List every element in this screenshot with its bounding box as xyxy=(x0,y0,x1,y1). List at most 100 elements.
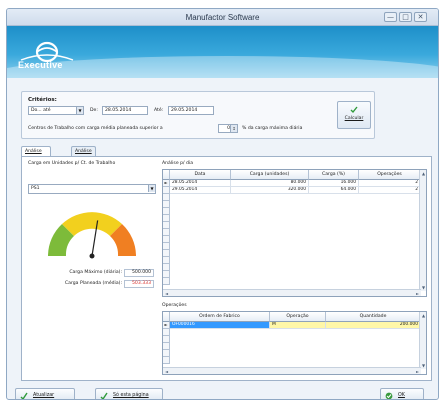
empty-row xyxy=(163,264,170,271)
table-cell-quantity[interactable]: 200.000 xyxy=(326,322,421,329)
update-label: Atualizar xyxy=(33,393,55,398)
gauge-zone-yellow xyxy=(62,212,122,236)
planned-load-value: 503.333 xyxy=(124,280,154,288)
col-operation[interactable]: Operação xyxy=(270,312,326,322)
to-label: Até: xyxy=(154,108,164,113)
tab-panel: Carga em Unidades p/ Ct. de Trabalho PS1… xyxy=(21,156,432,381)
ok-icon xyxy=(385,392,393,399)
max-load-label: Carga Máximo (diária): xyxy=(69,270,122,275)
threshold-label: Centros de Trabalho com carga média plan… xyxy=(28,126,163,131)
max-load-value: 500.000 xyxy=(124,269,154,277)
empty-row xyxy=(163,201,170,208)
print-icon xyxy=(100,392,108,399)
work-center-value: PS1 xyxy=(31,186,40,191)
calculate-button[interactable]: Calcular xyxy=(337,101,371,129)
empty-row xyxy=(163,329,170,336)
col-order[interactable]: Ordem de Fabrico xyxy=(170,312,270,322)
horizontal-scrollbar[interactable]: ◄ ► xyxy=(163,289,421,296)
table-cell-load[interactable]: 80.000 xyxy=(231,180,309,187)
work-center-dropdown[interactable]: PS1 ▼ xyxy=(28,184,156,194)
vertical-scrollbar[interactable]: ▲ ▼ xyxy=(419,170,426,291)
table-cell-pct[interactable]: 64.000 xyxy=(309,187,359,194)
operations-title: Operações xyxy=(162,303,187,308)
period-dropdown[interactable]: Do... até ▼ xyxy=(28,106,84,115)
from-date-field[interactable]: 28.05.2014 xyxy=(102,106,148,115)
table-cell-ops[interactable]: 2 xyxy=(359,180,421,187)
print-page-button[interactable]: Só esta página xyxy=(95,388,163,399)
empty-row xyxy=(163,336,170,343)
chevron-down-icon[interactable]: ▼ xyxy=(148,185,155,192)
col-load[interactable]: Carga (unidades) xyxy=(231,170,309,180)
scroll-up-icon[interactable]: ▲ xyxy=(420,312,426,319)
scroll-left-icon[interactable]: ◄ xyxy=(163,368,170,374)
col-quantity[interactable]: Quantidade xyxy=(326,312,421,322)
print-label: Só esta página xyxy=(113,393,149,398)
empty-row xyxy=(163,229,170,236)
title-bar[interactable]: Manufactor Software — □ ✕ xyxy=(7,9,438,26)
from-label: De: xyxy=(90,108,98,113)
daily-analysis-title: Análise p/ dia xyxy=(162,161,194,166)
col-operations[interactable]: Operações xyxy=(359,170,421,180)
empty-row xyxy=(163,271,170,278)
empty-row xyxy=(163,194,170,201)
row-indicator: ► xyxy=(163,180,170,187)
grid-corner xyxy=(163,170,170,180)
scroll-down-icon[interactable]: ▼ xyxy=(420,284,426,291)
refresh-icon xyxy=(20,392,28,399)
empty-row xyxy=(163,236,170,243)
ok-button[interactable]: OK xyxy=(380,388,424,399)
empty-row xyxy=(163,350,170,357)
window-title: Manufactor Software xyxy=(185,13,260,22)
spin-arrows-icon[interactable]: ↕ xyxy=(230,125,237,132)
daily-grid[interactable]: Data Carga (unidades) Carga (%) Operaçõe… xyxy=(162,169,427,297)
update-button[interactable]: Atualizar xyxy=(15,388,75,399)
tab-global[interactable]: Análise Global xyxy=(71,146,96,163)
table-cell-date[interactable]: 29.05.2014 xyxy=(170,187,231,194)
chevron-down-icon[interactable]: ▼ xyxy=(76,107,83,114)
grid-corner xyxy=(163,312,170,322)
vertical-scrollbar[interactable]: ▲ ▼ xyxy=(419,312,426,369)
planned-load-label: Carga Planeada (média): xyxy=(64,281,122,286)
row-indicator: ► xyxy=(163,322,170,329)
maximize-button[interactable]: □ xyxy=(399,12,412,22)
table-cell-pct[interactable]: 16.000 xyxy=(309,180,359,187)
criteria-legend: Critérios: xyxy=(28,97,57,103)
scroll-down-icon[interactable]: ▼ xyxy=(420,362,426,369)
empty-row xyxy=(163,243,170,250)
table-cell-operation[interactable]: M xyxy=(270,322,326,329)
minimize-button[interactable]: — xyxy=(384,12,397,22)
calculate-label: Calcular xyxy=(344,116,364,121)
gauge-hub xyxy=(89,253,95,259)
load-gauge xyxy=(48,212,136,259)
empty-row xyxy=(163,357,170,364)
close-button[interactable]: ✕ xyxy=(414,12,427,22)
col-load-pct[interactable]: Carga (%) xyxy=(309,170,359,180)
empty-row xyxy=(163,222,170,229)
logo-text: Executive xyxy=(18,60,63,70)
threshold-stepper[interactable]: 0 ↕ xyxy=(218,124,238,133)
scroll-right-icon[interactable]: ► xyxy=(414,290,421,296)
load-section-title: Carga em Unidades p/ Ct. de Trabalho xyxy=(28,161,116,166)
scroll-right-icon[interactable]: ► xyxy=(414,368,421,374)
empty-row xyxy=(163,215,170,222)
app-window: Manufactor Software — □ ✕ Executive Crit… xyxy=(6,8,439,400)
row-indicator xyxy=(163,187,170,194)
empty-row xyxy=(163,278,170,285)
operations-grid[interactable]: Ordem de Fabrico Operação Quantidade ► O… xyxy=(162,311,427,375)
empty-row xyxy=(163,250,170,257)
table-cell-order[interactable]: OF000016 xyxy=(170,322,270,329)
table-cell-ops[interactable]: 2 xyxy=(359,187,421,194)
empty-row xyxy=(163,343,170,350)
scroll-up-icon[interactable]: ▲ xyxy=(420,170,426,177)
to-date-field[interactable]: 29.05.2014 xyxy=(168,106,214,115)
calculator-icon xyxy=(350,106,358,114)
criteria-group: Critérios: Do... até ▼ De: 28.05.2014 At… xyxy=(21,91,375,139)
col-date[interactable]: Data xyxy=(170,170,231,180)
horizontal-scrollbar[interactable]: ◄ ► xyxy=(163,367,421,374)
table-cell-date[interactable]: 28.05.2014 xyxy=(170,180,231,187)
empty-row xyxy=(163,257,170,264)
table-cell-load[interactable]: 320.000 xyxy=(231,187,309,194)
period-value: Do... até xyxy=(31,108,51,113)
threshold-suffix: % da carga máxima diária xyxy=(242,126,303,131)
scroll-left-icon[interactable]: ◄ xyxy=(163,290,170,296)
